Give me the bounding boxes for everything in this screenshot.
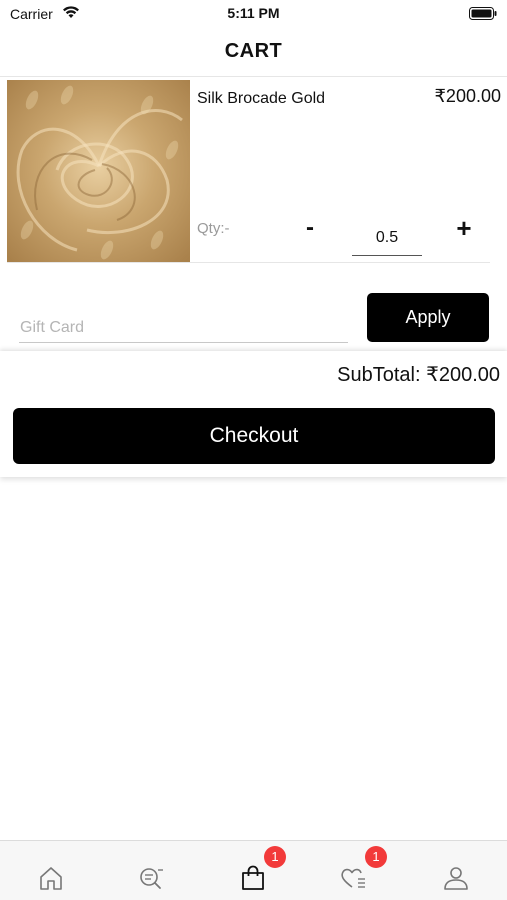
tab-bar: 1 1 [0, 840, 507, 900]
apply-gift-card-button[interactable]: Apply [367, 293, 489, 342]
quantity-decrease-button[interactable]: - [297, 214, 323, 242]
home-icon [40, 867, 62, 890]
wishlist-heart-icon [341, 868, 365, 888]
status-bar: Carrier 5:11 PM [0, 0, 507, 28]
product-image[interactable] [7, 80, 190, 262]
profile-icon [444, 867, 468, 890]
tab-wishlist[interactable]: 1 [323, 841, 387, 900]
order-summary-panel: SubTotal: ₹200.00 Checkout [0, 351, 507, 477]
checkout-button[interactable]: Checkout [13, 408, 495, 464]
item-divider [7, 262, 490, 263]
wishlist-badge: 1 [365, 846, 387, 868]
gift-card-input[interactable] [19, 313, 348, 343]
search-list-icon [140, 868, 163, 889]
quantity-input[interactable]: 0.5 [352, 228, 422, 256]
subtotal-text: SubTotal: ₹200.00 [337, 364, 500, 386]
cart-item: Silk Brocade Gold ₹200.00 Qty:- - 0.5 + [0, 78, 507, 264]
cart-badge: 1 [264, 846, 286, 868]
status-time: 5:11 PM [227, 5, 280, 21]
page-title: CART [224, 40, 283, 62]
shopping-bag-icon [242, 865, 264, 890]
quantity-increase-button[interactable]: + [451, 214, 477, 242]
tab-profile[interactable] [426, 841, 486, 900]
quantity-label: Qty:- [197, 220, 230, 237]
battery-icon [469, 7, 497, 20]
tab-home[interactable] [21, 841, 81, 900]
header-divider [0, 76, 507, 77]
product-price: ₹200.00 [434, 86, 501, 106]
tab-cart[interactable]: 1 [223, 841, 286, 900]
tab-search[interactable] [121, 841, 181, 900]
product-name[interactable]: Silk Brocade Gold [197, 86, 337, 111]
